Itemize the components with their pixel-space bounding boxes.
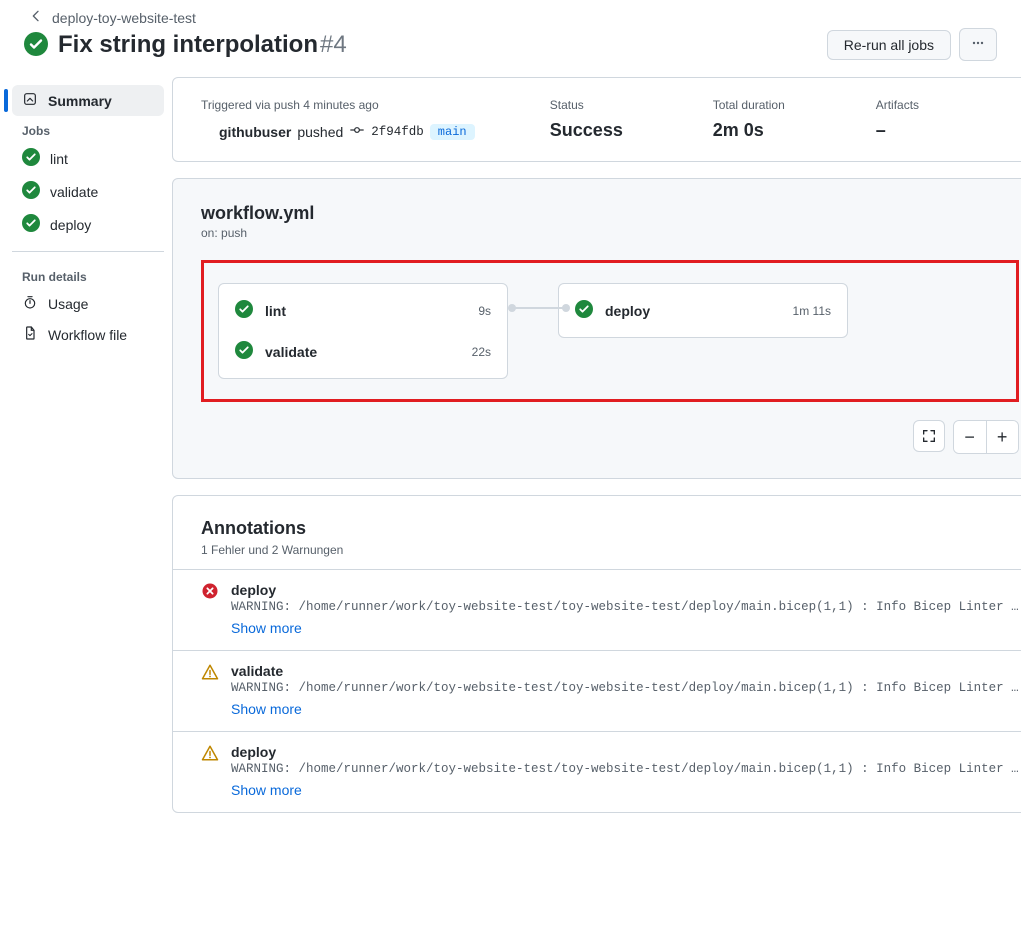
error-icon bbox=[201, 582, 219, 636]
trigger-label: Triggered via push 4 minutes ago bbox=[201, 98, 530, 112]
pushed-text: pushed bbox=[297, 124, 343, 140]
sidebar-item-label: deploy bbox=[50, 217, 91, 233]
sidebar-heading-jobs: Jobs bbox=[12, 116, 164, 142]
back-icon[interactable] bbox=[28, 8, 44, 27]
annotation-item: validate WARNING: /home/runner/work/toy-… bbox=[173, 650, 1021, 731]
status-label: Status bbox=[550, 98, 693, 112]
summary-card: Triggered via push 4 minutes ago githubu… bbox=[172, 77, 1021, 162]
job-stage-2: deploy 1m 11s bbox=[558, 283, 848, 338]
graph-connector bbox=[510, 307, 568, 309]
annotation-message: WARNING: /home/runner/work/toy-website-t… bbox=[231, 681, 1019, 695]
job-stage-1: lint 9s validate 22s bbox=[218, 283, 508, 379]
sidebar-item-label: validate bbox=[50, 184, 98, 200]
show-more-link[interactable]: Show more bbox=[231, 782, 302, 798]
run-number: #4 bbox=[320, 31, 347, 58]
job-node-deploy[interactable]: deploy 1m 11s bbox=[559, 290, 847, 331]
job-duration: 1m 11s bbox=[793, 304, 831, 318]
artifacts-value: – bbox=[876, 120, 1019, 141]
zoom-out-button[interactable]: − bbox=[954, 421, 986, 453]
annotation-item: deploy WARNING: /home/runner/work/toy-we… bbox=[173, 569, 1021, 650]
warning-icon bbox=[201, 744, 219, 798]
fullscreen-button[interactable] bbox=[913, 420, 945, 452]
sidebar-item-validate[interactable]: validate bbox=[12, 175, 164, 208]
duration-value: 2m 0s bbox=[713, 120, 856, 141]
show-more-link[interactable]: Show more bbox=[231, 620, 302, 636]
highlighted-graph-region: lint 9s validate 22s deploy bbox=[201, 260, 1019, 402]
more-actions-button[interactable] bbox=[959, 28, 997, 61]
annotations-title: Annotations bbox=[173, 496, 1021, 543]
warning-icon bbox=[201, 663, 219, 717]
sidebar-item-summary[interactable]: Summary bbox=[12, 85, 164, 116]
commit-icon bbox=[349, 122, 365, 141]
annotation-message: WARNING: /home/runner/work/toy-website-t… bbox=[231, 600, 1019, 614]
check-icon bbox=[235, 300, 253, 321]
annotations-card: Annotations 1 Fehler und 2 Warnungen dep… bbox=[172, 495, 1021, 813]
annotations-subtitle: 1 Fehler und 2 Warnungen bbox=[173, 543, 1021, 569]
job-node-validate[interactable]: validate 22s bbox=[219, 331, 507, 372]
check-icon bbox=[575, 300, 593, 321]
job-name: validate bbox=[265, 344, 460, 360]
sidebar-heading-run-details: Run details bbox=[12, 262, 164, 288]
sidebar-item-lint[interactable]: lint bbox=[12, 142, 164, 175]
sidebar-item-label: Summary bbox=[48, 93, 112, 109]
file-icon bbox=[22, 325, 38, 344]
commit-sha[interactable]: 2f94fdb bbox=[371, 125, 424, 139]
sidebar-item-label: Workflow file bbox=[48, 327, 127, 343]
check-icon bbox=[235, 341, 253, 362]
summary-icon bbox=[22, 91, 38, 110]
check-icon bbox=[22, 214, 40, 235]
status-value: Success bbox=[550, 120, 693, 141]
workflow-file-name: workflow.yml bbox=[201, 203, 1019, 224]
check-icon bbox=[22, 148, 40, 169]
job-node-lint[interactable]: lint 9s bbox=[219, 290, 507, 331]
show-more-link[interactable]: Show more bbox=[231, 701, 302, 717]
sidebar-item-label: Usage bbox=[48, 296, 88, 312]
annotation-job: deploy bbox=[231, 744, 1019, 760]
annotation-job: validate bbox=[231, 663, 1019, 679]
annotation-job: deploy bbox=[231, 582, 1019, 598]
workflow-graph-card: workflow.yml on: push lint 9s validate bbox=[172, 178, 1021, 479]
branch-chip[interactable]: main bbox=[430, 124, 475, 140]
sidebar-item-deploy[interactable]: deploy bbox=[12, 208, 164, 241]
workflow-trigger: on: push bbox=[201, 226, 1019, 240]
rerun-all-button[interactable]: Re-run all jobs bbox=[827, 30, 951, 60]
zoom-in-button[interactable]: + bbox=[986, 421, 1018, 453]
trigger-user[interactable]: githubuser bbox=[219, 124, 291, 140]
sidebar-item-usage[interactable]: Usage bbox=[12, 288, 164, 319]
sidebar-item-label: lint bbox=[50, 151, 68, 167]
job-duration: 9s bbox=[478, 304, 491, 318]
sidebar-item-workflow-file[interactable]: Workflow file bbox=[12, 319, 164, 350]
check-icon bbox=[22, 181, 40, 202]
duration-label: Total duration bbox=[713, 98, 856, 112]
annotation-message: WARNING: /home/runner/work/toy-website-t… bbox=[231, 762, 1019, 776]
job-name: lint bbox=[265, 303, 466, 319]
job-duration: 22s bbox=[472, 345, 491, 359]
artifacts-label: Artifacts bbox=[876, 98, 1019, 112]
breadcrumb[interactable]: deploy-toy-website-test bbox=[52, 10, 196, 26]
status-check-icon bbox=[24, 32, 48, 59]
page-title: Fix string interpolation#4 bbox=[58, 31, 347, 59]
annotation-item: deploy WARNING: /home/runner/work/toy-we… bbox=[173, 731, 1021, 812]
stopwatch-icon bbox=[22, 294, 38, 313]
job-name: deploy bbox=[605, 303, 781, 319]
